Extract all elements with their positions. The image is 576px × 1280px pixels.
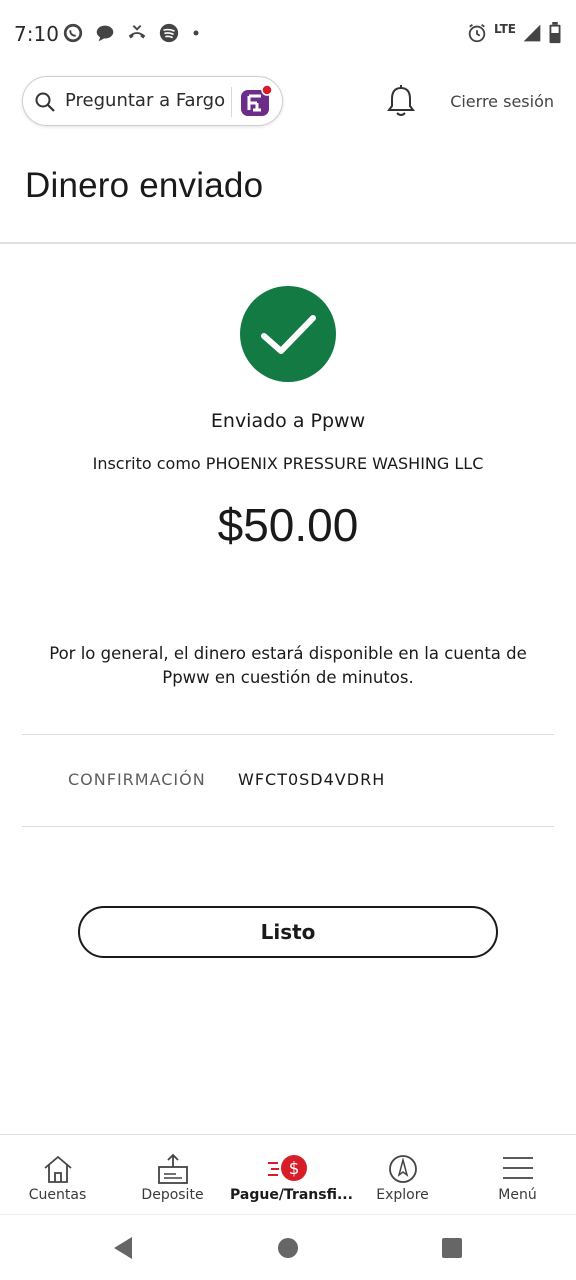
svg-text:$: $ <box>288 1159 299 1179</box>
dot-icon <box>193 30 199 36</box>
signal-icon <box>523 24 541 42</box>
nav-label: Explore <box>376 1187 429 1203</box>
chat-bubble-icon <box>96 25 114 42</box>
ask-fargo-search[interactable]: Preguntar a Fargo <box>22 76 283 126</box>
fargo-logo-icon[interactable] <box>239 84 273 118</box>
alarm-icon <box>468 23 486 43</box>
compass-icon <box>388 1155 417 1183</box>
home-circle-icon[interactable] <box>277 1235 299 1261</box>
divider <box>22 734 554 735</box>
back-icon[interactable] <box>110 1235 136 1261</box>
sent-to-text: Enviado a Ppww <box>210 410 366 432</box>
status-bar: 7:10 LTE <box>0 0 576 70</box>
enrolled-as-text: Inscrito como PHOENIX PRESSURE WASHING L… <box>92 454 484 473</box>
missed-call-icon <box>128 25 146 39</box>
success-check-icon <box>240 286 336 382</box>
bell-icon[interactable] <box>386 84 416 118</box>
notification-icons <box>62 22 202 44</box>
hamburger-icon <box>502 1157 533 1179</box>
logout-link[interactable]: Cierre sesión <box>450 92 554 111</box>
pay-transfer-icon: $ <box>267 1155 307 1181</box>
nav-item-accounts[interactable]: Cuentas <box>0 1135 115 1215</box>
spotify-icon <box>159 23 179 43</box>
deposit-icon <box>157 1153 188 1184</box>
nav-item-deposit[interactable]: Deposite <box>115 1135 230 1215</box>
search-label: Preguntar a Fargo <box>65 90 226 111</box>
nav-label: Menú <box>498 1187 537 1203</box>
done-button[interactable]: Listo <box>78 906 498 958</box>
nav-label: Cuentas <box>28 1187 87 1203</box>
battery-icon <box>549 22 561 44</box>
home-icon <box>43 1155 72 1183</box>
divider <box>22 826 554 827</box>
confirmation-label: CONFIRMACIÓN <box>68 770 206 789</box>
amount-value: $50.00 <box>217 499 359 551</box>
app-header: Preguntar a Fargo Cierre sesión <box>0 70 576 134</box>
system-status-icons: LTE <box>466 22 562 44</box>
bottom-navigation: Cuentas Deposite $ Pague/Transfi... Expl… <box>0 1134 576 1214</box>
search-divider <box>231 87 232 117</box>
confirmation-number: WFCT0SD4VDRH <box>238 770 386 789</box>
search-icon <box>35 92 55 112</box>
nav-item-menu[interactable]: Menú <box>460 1135 575 1215</box>
nav-item-pay-transfer[interactable]: $ Pague/Transfi... <box>230 1135 353 1215</box>
status-time: 7:10 <box>14 22 59 46</box>
recents-icon[interactable] <box>440 1235 464 1261</box>
title-divider <box>0 242 576 244</box>
nav-label: Deposite <box>141 1187 204 1203</box>
nav-item-explore[interactable]: Explore <box>345 1135 460 1215</box>
system-navigation-bar <box>0 1214 576 1280</box>
whatsapp-icon <box>63 23 83 43</box>
page-title: Dinero enviado <box>25 166 264 205</box>
network-type: LTE <box>493 22 516 36</box>
availability-note: Por lo general, el dinero estará disponi… <box>49 644 527 687</box>
nav-label: Pague/Transfi... <box>230 1187 353 1203</box>
